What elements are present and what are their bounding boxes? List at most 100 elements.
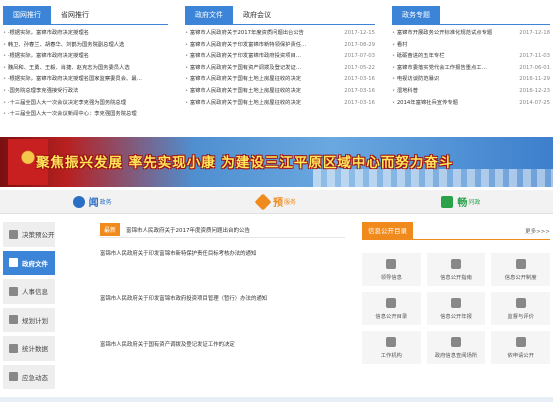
chart-icon: [9, 343, 18, 353]
sidebar-item-label: 决策预公开: [22, 231, 55, 240]
sidebar-item-planning[interactable]: 规划计划: [3, 307, 55, 332]
service-label: 畅: [457, 198, 468, 209]
news-title: 富锦市人民政府关于印发富锦市政府投资项目…: [185, 51, 301, 63]
info-cell[interactable]: 政府信息查阅场所: [426, 331, 486, 364]
news-item[interactable]: 富锦市人民政府关于印发富锦市新特领保护责任… 2017-08-29: [185, 40, 375, 52]
news-date: 2017-06-01: [519, 64, 550, 71]
news-item[interactable]: 湿地科普 2016-12-23: [392, 86, 550, 98]
news-item[interactable]: ·十三届全国人大一次会议决定李克强为国务院总理: [3, 98, 168, 110]
news-title: 富锦市人民政府关于印发富锦市新特领保护责任…: [185, 40, 307, 52]
doc-link[interactable]: 富锦市人民政府关于国有资产调拨及登记发证工作的决定: [100, 340, 345, 348]
news-item[interactable]: ·十三届全国人大一次会议新闻中心：李克强国务院总理: [3, 109, 168, 121]
service-bar: 闻 政务 预 服务 畅 问政: [0, 190, 553, 214]
news-item[interactable]: 富锦市人民政府关于国有资产调拨及登记发证… 2017-05-22: [185, 63, 375, 75]
info-cell[interactable]: 信息公开制度: [491, 253, 550, 286]
news-title: 湿地科普: [392, 86, 418, 98]
catalog-icon: [386, 297, 397, 308]
catalog-icon: [386, 336, 397, 347]
mid-tabs: 政府文件 政府会议: [185, 6, 375, 25]
news-date: 2014-07-25: [519, 99, 550, 106]
news-item[interactable]: 富锦市人民政府关于印发富锦市政府投资项目… 2017-07-03: [185, 51, 375, 63]
news-item[interactable]: 富锦市人民政府关于国有土地上房屋征收的决定 2017-03-16: [185, 86, 375, 98]
latest-bar: 最新 富锦市人民政府关于2017年度资质问题出台的公告: [100, 222, 345, 238]
sidebar-item-gov-docs[interactable]: 政府文件: [3, 250, 55, 275]
more-link[interactable]: 更多>>>: [525, 227, 550, 235]
banner: 聚焦振兴发展 率先实现小康 为建设三江平原区域中心而努力奋斗: [0, 137, 553, 187]
sidebar-item-decision[interactable]: 决策预公开: [3, 222, 55, 247]
plan-icon: [9, 315, 18, 325]
news-date: 2017-12-18: [519, 30, 550, 36]
news-item[interactable]: 魏凤和、王勇、王毅、肖捷、赵克志为国务委员人选: [3, 63, 168, 75]
news-item[interactable]: ·根据实际，富锦市政府决定授理名: [3, 28, 168, 40]
news-item[interactable]: 富锦市人民政府关于国有土地上房屋征收的决定 2017-03-16: [185, 98, 375, 110]
document-icon: [9, 229, 18, 239]
info-cell[interactable]: 监督与评价: [491, 292, 550, 325]
info-grid: 领导信息 信息公开指南 信息公开制度信息公开目录 信息公开年报 监督与评价工作机构 政府信…: [362, 253, 550, 364]
info-cell-label: 政府信息查阅场所: [434, 352, 478, 359]
info-header: 信息公开目录 更多>>>: [362, 221, 550, 240]
info-cell[interactable]: 信息公开目录: [362, 292, 421, 325]
tab-provincial[interactable]: 省网推行: [51, 6, 99, 24]
info-title: 信息公开目录: [362, 221, 413, 240]
sidebar-item-personnel[interactable]: 人事信息: [3, 279, 55, 304]
info-catalog: 信息公开目录 更多>>> 领导信息 信息公开指南 信息公开制度 信息公开目录 信息公开年…: [362, 221, 550, 364]
news-title: 富锦市开展政务公开标准化规范试点专题: [392, 28, 492, 40]
chat-icon: [441, 195, 454, 208]
news-item[interactable]: ·根据实际，富锦市政府决定授理名: [3, 51, 168, 63]
news-item[interactable]: 看村: [392, 40, 550, 52]
sidebar-item-emergency[interactable]: 应急动态: [3, 364, 55, 389]
file-icon: [9, 258, 18, 268]
catalog-icon: [515, 336, 526, 347]
person-icon: [9, 286, 18, 296]
tab-national[interactable]: 国网推行: [3, 6, 51, 24]
news-title: 韩卫、孙春兰、胡春华、刘鹤为国务院副总理人选: [3, 40, 125, 52]
tab-gov-docs[interactable]: 政府文件: [185, 6, 233, 24]
news-title: 富锦市委落实党代会工作报告重点工…: [392, 63, 487, 75]
news-date: 2017-12-15: [344, 30, 375, 36]
news-item[interactable]: 富锦市人民政府关于2017年度资质问题出台公告 2017-12-15: [185, 28, 375, 40]
news-item[interactable]: ·根据实际，富锦市政府决定授理名国家监察委员会、最…: [3, 74, 168, 86]
news-item[interactable]: 富锦市人民政府关于国有土地上房屋征收的决定 2017-03-16: [185, 74, 375, 86]
news-item[interactable]: 韩卫、孙春兰、胡春华、刘鹤为国务院副总理人选: [3, 40, 168, 52]
info-cell-label: 工作机构: [380, 352, 402, 359]
news-item[interactable]: ·国务院总理李克强接受行政法: [3, 86, 168, 98]
doc-link[interactable]: 富锦市人民政府关于印发富锦市新特保护责任目标考核办法的通知: [100, 249, 345, 257]
news-item[interactable]: 砥砺奋进的五年专栏 2017-11-03: [392, 51, 550, 63]
tab-gov-meetings[interactable]: 政府会议: [233, 6, 281, 24]
right-news-column: 政务专题 富锦市开展政务公开标准化规范试点专题 2017-12-18 看村砥砺奋进的…: [392, 6, 550, 109]
news-title: 2014年富锦社兵宣传专题: [392, 98, 458, 110]
skyline-graphic: [313, 169, 553, 187]
news-item[interactable]: 2014年富锦社兵宣传专题 2014-07-25: [392, 98, 550, 110]
info-cell[interactable]: 领导信息: [362, 253, 421, 286]
info-cell-label: 信息公开目录: [375, 313, 408, 320]
service-news[interactable]: 闻 政务: [0, 190, 184, 213]
info-cell[interactable]: 工作机构: [362, 331, 421, 364]
news-item[interactable]: 富锦市委落实党代会工作报告重点工… 2017-06-01: [392, 63, 550, 75]
news-date: 2017-03-16: [344, 76, 375, 83]
sidebar-item-statistics[interactable]: 统计数据: [3, 336, 55, 361]
sidebar-item-label: 规划计划: [22, 316, 48, 325]
catalog-icon: [450, 336, 461, 347]
left-tabs: 国网推行 省网推行: [3, 6, 168, 25]
mid-news-column: 政府文件 政府会议 富锦市人民政府关于2017年度资质问题出台公告 2017-12…: [185, 6, 375, 109]
news-item[interactable]: 电视访谈防范暴识 2016-11-29: [392, 74, 550, 86]
info-cell[interactable]: 信息公开指南: [426, 253, 486, 286]
news-title: 富锦市人民政府关于2017年度资质问题出台公告: [185, 28, 304, 40]
page: 国网推行 省网推行 ·根据实际，富锦市政府决定授理名韩卫、孙春兰、胡春华、刘鹤为…: [0, 0, 553, 402]
info-cell-label: 监督与评价: [507, 313, 534, 320]
info-cell[interactable]: 信息公开年报: [426, 292, 486, 325]
service-reserve[interactable]: 预 服务: [184, 190, 368, 213]
sidebar-item-label: 统计数据: [22, 345, 48, 354]
catalog-icon: [515, 258, 526, 269]
info-cell-label: 信息公开年报: [440, 313, 472, 320]
news-item[interactable]: 富锦市开展政务公开标准化规范试点专题 2017-12-18: [392, 28, 550, 40]
doc-link[interactable]: 富锦市人民政府关于印发富锦市政府投资项目管理（暂行）办法的通知: [100, 294, 345, 302]
info-cell[interactable]: 依申请公开: [491, 331, 550, 364]
service-ask[interactable]: 畅 问政: [369, 190, 553, 213]
news-title: 富锦市人民政府关于国有土地上房屋征收的决定: [185, 74, 301, 86]
latest-link[interactable]: 富锦市人民政府关于2017年度资质问题出台的公告: [126, 226, 250, 234]
tab-topics[interactable]: 政务专题: [392, 6, 440, 24]
news-title: ·十三届全国人大一次会议决定李克强为国务院总理: [3, 98, 126, 110]
service-sub: 问政: [468, 199, 481, 206]
service-sub: 政务: [99, 199, 112, 206]
